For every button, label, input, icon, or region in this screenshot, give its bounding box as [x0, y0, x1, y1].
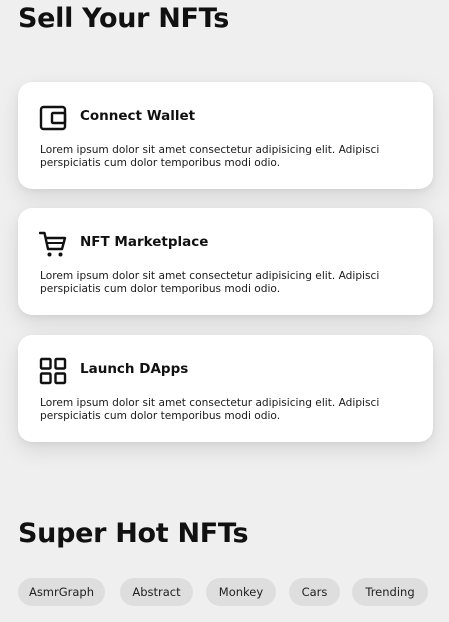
filter-chip-trending[interactable]: Trending [352, 578, 428, 606]
filter-chip-cars[interactable]: Cars [289, 578, 340, 606]
card-title: NFT Marketplace [80, 234, 209, 250]
page: Sell Your NFTs Connect Wallet Lorem ipsu… [0, 0, 449, 622]
cart-icon [39, 230, 67, 258]
card-nft-marketplace[interactable]: NFT Marketplace Lorem ipsum dolor sit am… [18, 208, 433, 315]
card-description: Lorem ipsum dolor sit amet consectetur a… [40, 397, 380, 422]
filter-chip-asmrgraph[interactable]: AsmrGraph [18, 578, 105, 606]
wallet-icon [39, 104, 67, 132]
filter-chip-monkey[interactable]: Monkey [206, 578, 276, 606]
card-title: Launch DApps [80, 361, 189, 377]
apps-grid-icon [39, 357, 67, 385]
super-hot-nfts-heading: Super Hot NFTs [18, 518, 249, 549]
card-launch-dapps[interactable]: Launch DApps Lorem ipsum dolor sit amet … [18, 335, 433, 442]
card-description: Lorem ipsum dolor sit amet consectetur a… [40, 270, 380, 295]
card-connect-wallet[interactable]: Connect Wallet Lorem ipsum dolor sit ame… [18, 82, 433, 189]
card-title: Connect Wallet [80, 108, 196, 124]
card-description: Lorem ipsum dolor sit amet consectetur a… [40, 144, 380, 169]
sell-nfts-heading: Sell Your NFTs [18, 3, 229, 34]
filter-chips: AsmrGraph Abstract Monkey Cars Trending [18, 578, 438, 608]
filter-chip-abstract[interactable]: Abstract [120, 578, 193, 606]
